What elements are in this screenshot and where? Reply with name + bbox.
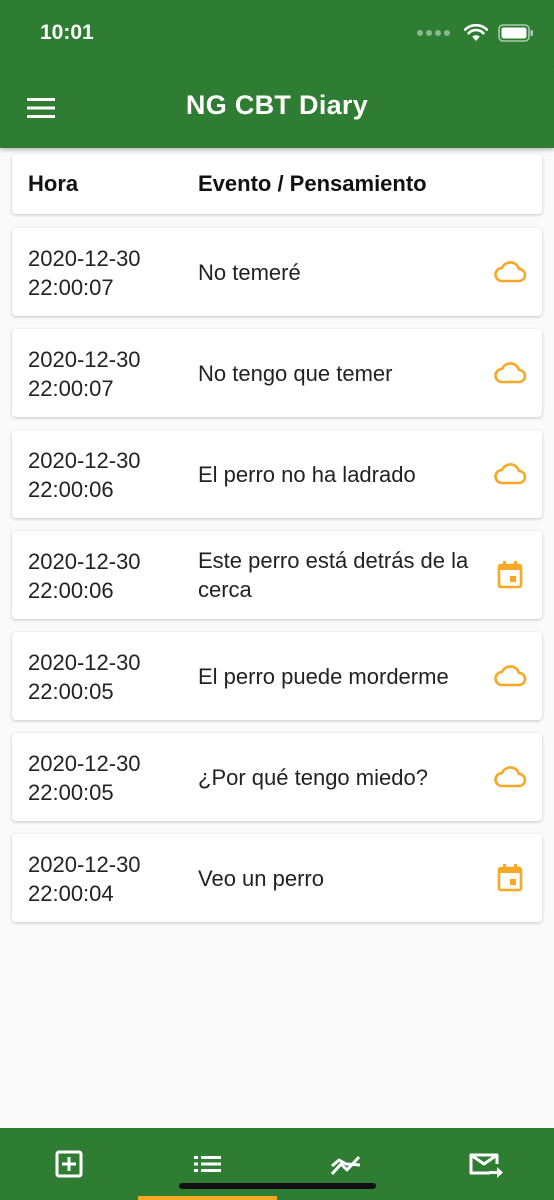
row-time: 22:00:06 <box>28 477 114 502</box>
table-header: Hora Evento / Pensamiento <box>12 154 542 214</box>
calendar-icon <box>497 561 523 589</box>
header-time: Hora <box>28 171 79 196</box>
row-text: ¿Por qué tengo miedo? <box>198 764 428 790</box>
row-timestamp: 2020-12-30 22:00:04 <box>28 850 188 908</box>
row-text: El perro puede morderme <box>198 663 449 689</box>
calendar-icon <box>497 864 523 892</box>
row-time: 22:00:06 <box>28 578 114 603</box>
wifi-icon <box>464 24 488 41</box>
row-time: 22:00:05 <box>28 679 114 704</box>
app-bar: NG CBT Diary <box>0 68 554 148</box>
row-timestamp: 2020-12-30 22:00:06 <box>28 446 188 504</box>
row-date: 2020-12-30 <box>28 347 141 372</box>
cloud-icon <box>494 261 527 283</box>
cloud-icon <box>494 766 527 788</box>
row-date: 2020-12-30 <box>28 751 141 776</box>
row-timestamp: 2020-12-30 22:00:05 <box>28 648 188 706</box>
status-time: 10:01 <box>40 21 94 44</box>
row-text: No temeré <box>198 259 301 285</box>
cloud-icon <box>494 362 527 384</box>
bottom-navigation <box>0 1128 554 1200</box>
list-icon <box>194 1156 221 1172</box>
nav-list[interactable] <box>187 1144 227 1184</box>
row-date: 2020-12-30 <box>28 852 141 877</box>
add-box-icon <box>55 1150 83 1178</box>
row-text: Veo un perro <box>198 865 324 891</box>
row-timestamp: 2020-12-30 22:00:06 <box>28 547 188 605</box>
cloud-icon <box>494 665 527 687</box>
nav-trends[interactable] <box>326 1144 366 1184</box>
row-date: 2020-12-30 <box>28 549 141 574</box>
home-indicator <box>179 1183 376 1189</box>
table-row[interactable]: 2020-12-30 22:00:06 El perro no ha ladra… <box>12 430 542 518</box>
table-row[interactable]: 2020-12-30 22:00:07 No temeré <box>12 228 542 316</box>
row-timestamp: 2020-12-30 22:00:07 <box>28 345 188 403</box>
table-row[interactable]: 2020-12-30 22:00:05 El perro puede morde… <box>12 632 542 720</box>
row-time: 22:00:07 <box>28 376 114 401</box>
row-text: El perro no ha ladrado <box>198 461 416 487</box>
nav-add-entry[interactable] <box>49 1144 89 1184</box>
selected-tab-indicator <box>138 1196 277 1200</box>
row-text: Este perro está detrás de la cerca <box>198 548 469 602</box>
export-mail-icon <box>469 1153 503 1178</box>
row-timestamp: 2020-12-30 22:00:05 <box>28 749 188 807</box>
row-time: 22:00:04 <box>28 881 114 906</box>
signal-dots-icon <box>417 30 450 36</box>
row-time: 22:00:07 <box>28 275 114 300</box>
row-date: 2020-12-30 <box>28 246 141 271</box>
row-text: No tengo que temer <box>198 360 393 386</box>
table-row[interactable]: 2020-12-30 22:00:07 No tengo que temer <box>12 329 542 417</box>
entry-list: 2020-12-30 22:00:07 No temeré 2020-12-30… <box>12 228 542 935</box>
app-title: NG CBT Diary <box>185 90 369 120</box>
row-date: 2020-12-30 <box>28 448 141 473</box>
header-event-thought: Evento / Pensamiento <box>198 171 427 196</box>
row-date: 2020-12-30 <box>28 650 141 675</box>
status-icons <box>416 24 534 42</box>
table-row[interactable]: 2020-12-30 22:00:06 Este perro está detr… <box>12 531 542 619</box>
table-row[interactable]: 2020-12-30 22:00:04 Veo un perro <box>12 834 542 922</box>
status-bar: 10:01 <box>0 0 554 68</box>
row-timestamp: 2020-12-30 22:00:07 <box>28 244 188 302</box>
battery-icon <box>498 24 533 42</box>
nav-export[interactable] <box>465 1144 505 1184</box>
cloud-icon <box>494 463 527 485</box>
trend-chart-icon <box>330 1155 361 1176</box>
row-time: 22:00:05 <box>28 780 114 805</box>
table-row[interactable]: 2020-12-30 22:00:05 ¿Por qué tengo miedo… <box>12 733 542 821</box>
